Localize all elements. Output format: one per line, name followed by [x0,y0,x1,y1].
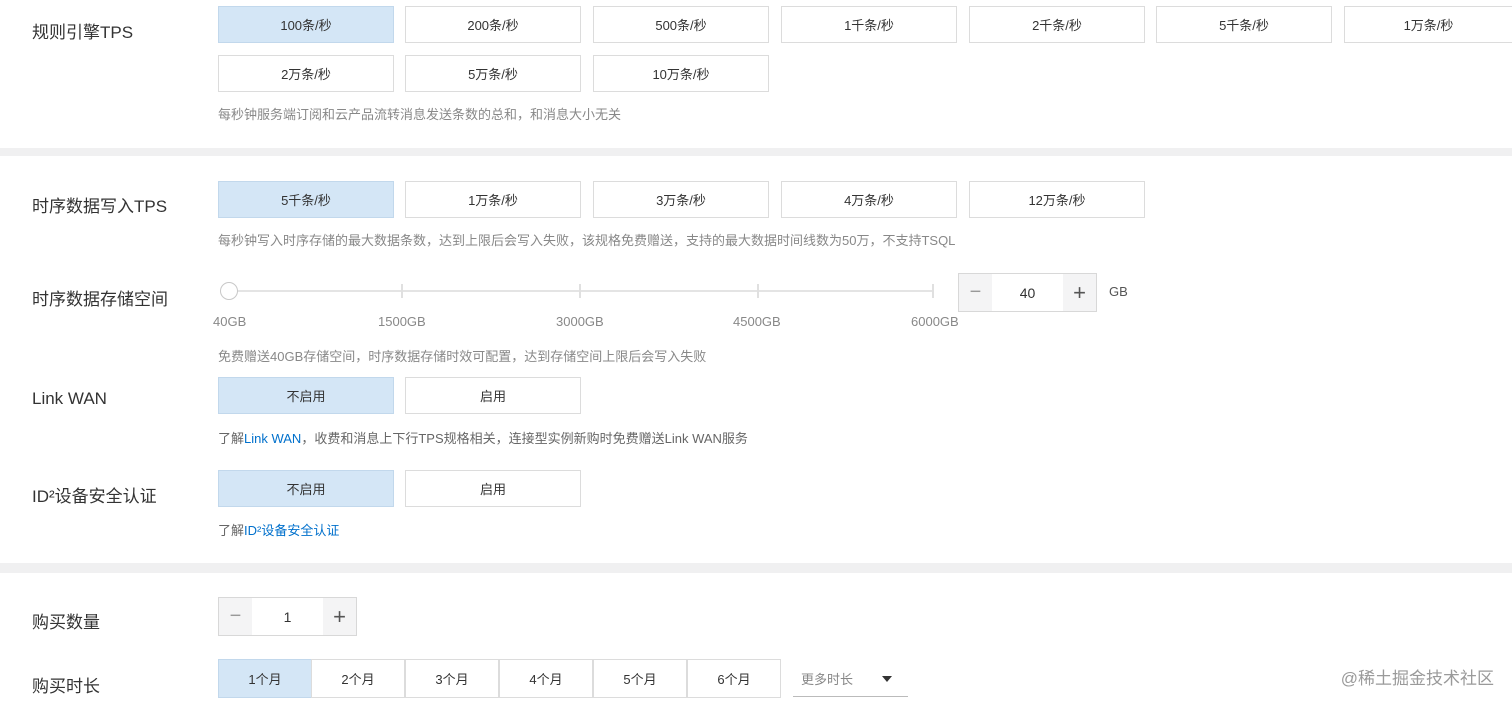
quantity-stepper: − + [218,597,357,636]
link-wan-hint-suffix: ，收费和消息上下行TPS规格相关，连接型实例新购时免费赠送Link WAN服务 [301,431,748,446]
more-duration-dropdown[interactable]: 更多时长 [793,661,908,697]
storage-stepper: − + [958,273,1097,312]
link-wan-option-disabled[interactable]: 不启用 [218,377,394,414]
more-duration-label: 更多时长 [801,672,854,687]
slider-tick-label-40gb: 40GB [213,314,247,329]
link-wan-option-enabled[interactable]: 启用 [405,377,581,414]
slider-tick [401,284,403,298]
rule-engine-hint: 每秒钟服务端订阅和云产品流转消息发送条数的总和，和消息大小无关 [218,107,622,122]
slider-tick-label-4500gb: 4500GB [733,314,781,329]
duration-label: 购买时长 [32,677,100,696]
quantity-decrement-button[interactable]: − [219,598,252,635]
rule-engine-option-5k[interactable]: 5千条/秒 [1156,6,1332,43]
ts-write-option-5k[interactable]: 5千条/秒 [218,181,394,218]
storage-input[interactable] [992,274,1063,311]
storage-increment-button[interactable]: + [1063,274,1096,311]
slider-tick-label-6000gb: 6000GB [911,314,959,329]
slider-tick [932,284,934,298]
ts-write-option-30k[interactable]: 3万条/秒 [593,181,769,218]
duration-option-1m[interactable]: 1个月 [218,659,312,698]
duration-option-2m[interactable]: 2个月 [311,659,405,698]
rule-engine-option-500[interactable]: 500条/秒 [593,6,769,43]
link-wan-hint-prefix: 了解 [218,431,245,446]
duration-option-4m[interactable]: 4个月 [499,659,593,698]
id2-hint: 了解ID²设备安全认证 [218,520,339,539]
rule-engine-option-100[interactable]: 100条/秒 [218,6,394,43]
id2-option-disabled[interactable]: 不启用 [218,470,394,507]
rule-engine-option-20k[interactable]: 2万条/秒 [218,55,394,92]
link-wan-label: Link WAN [32,389,107,408]
ts-storage-hint: 免费赠送40GB存储空间，时序数据存储时效可配置，达到存储空间上限后会写入失败 [218,349,707,364]
ts-write-hint: 每秒钟写入时序存储的最大数据条数，达到上限后会写入失败，该规格免费赠送，支持的最… [218,233,956,248]
quantity-label: 购买数量 [32,613,100,632]
rule-engine-option-2k[interactable]: 2千条/秒 [969,6,1145,43]
id2-hint-prefix: 了解 [218,523,245,538]
slider-tick [579,284,581,298]
duration-option-3m[interactable]: 3个月 [405,659,499,698]
rule-engine-option-1k[interactable]: 1千条/秒 [781,6,957,43]
link-wan-hint: 了解Link WAN，收费和消息上下行TPS规格相关，连接型实例新购时免费赠送L… [218,428,748,447]
slider-tick-label-3000gb: 3000GB [556,314,604,329]
ts-write-option-10k[interactable]: 1万条/秒 [405,181,581,218]
rule-engine-option-10k[interactable]: 1万条/秒 [1344,6,1512,43]
section-divider [0,563,1512,573]
id2-learn-link[interactable]: ID²设备安全认证 [244,523,339,538]
storage-slider-handle[interactable] [220,282,238,300]
ts-write-tps-label: 时序数据写入TPS [32,197,168,216]
rule-engine-option-50k[interactable]: 5万条/秒 [405,55,581,92]
section-divider [0,148,1512,156]
storage-decrement-button[interactable]: − [959,274,992,311]
id2-auth-label: ID²设备安全认证 [32,487,157,506]
duration-option-6m[interactable]: 6个月 [687,659,781,698]
ts-write-option-120k[interactable]: 12万条/秒 [969,181,1145,218]
duration-option-5m[interactable]: 5个月 [593,659,687,698]
ts-write-option-40k[interactable]: 4万条/秒 [781,181,957,218]
slider-tick-label-1500gb: 1500GB [378,314,426,329]
rule-engine-option-100k[interactable]: 10万条/秒 [593,55,769,92]
storage-slider-track[interactable] [229,290,933,292]
link-wan-learn-link[interactable]: Link WAN [244,431,301,446]
id2-option-enabled[interactable]: 启用 [405,470,581,507]
rule-engine-tps-label: 规则引擎TPS [32,23,134,42]
quantity-increment-button[interactable]: + [323,598,356,635]
ts-storage-label: 时序数据存储空间 [32,290,168,309]
storage-unit: GB [1109,284,1128,299]
chevron-down-icon [882,676,892,682]
quantity-input[interactable] [252,598,323,635]
slider-tick [757,284,759,298]
rule-engine-option-200[interactable]: 200条/秒 [405,6,581,43]
watermark: @稀土掘金技术社区 [1340,669,1494,688]
